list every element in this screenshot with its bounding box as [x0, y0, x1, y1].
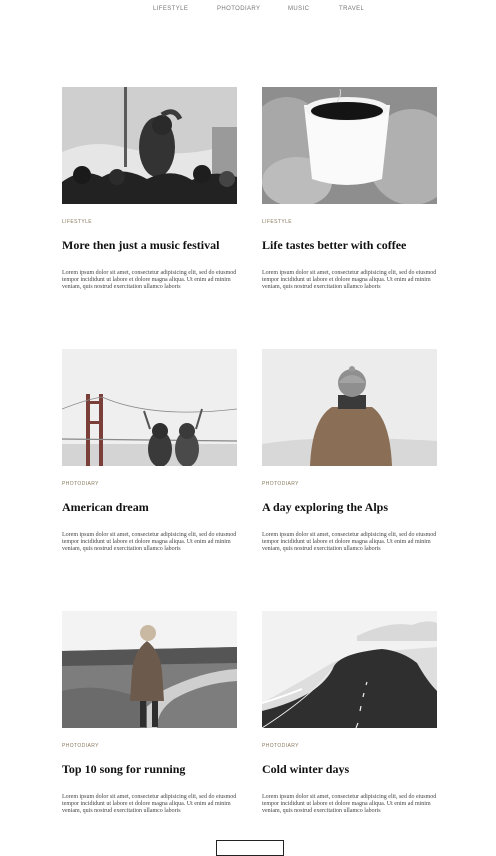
post-excerpt: Lorem ipsum dolor sit amet, consectetur …	[262, 270, 437, 290]
post-card: LIFESTYLE More then just a music festiva…	[62, 87, 237, 290]
nav-item-travel[interactable]: TRAVEL	[339, 6, 364, 12]
post-title[interactable]: Life tastes better with coffee	[262, 238, 452, 253]
post-card: LIFESTYLE Life tastes better with coffee…	[262, 87, 437, 290]
post-title[interactable]: Cold winter days	[262, 762, 452, 777]
post-image-alps[interactable]	[262, 349, 437, 466]
post-title[interactable]: A day exploring the Alps	[262, 500, 452, 515]
top-nav: LIFESTYLE PHOTODIARY MUSIC TRAVEL	[0, 0, 496, 20]
post-card: PHOTODIARY Top 10 song for running Lorem…	[62, 611, 237, 814]
post-image-coffee[interactable]	[262, 87, 437, 204]
post-category[interactable]: LIFESTYLE	[62, 219, 92, 225]
nav-item-music[interactable]: MUSIC	[288, 6, 309, 12]
post-excerpt: Lorem ipsum dolor sit amet, consectetur …	[62, 532, 237, 552]
post-card: PHOTODIARY A day exploring the Alps Lore…	[262, 349, 437, 552]
post-image-bridge[interactable]	[62, 349, 237, 466]
load-more-button[interactable]	[216, 840, 284, 856]
post-image-winter-road[interactable]	[262, 611, 437, 728]
post-excerpt: Lorem ipsum dolor sit amet, consectetur …	[262, 794, 437, 814]
post-category[interactable]: PHOTODIARY	[262, 481, 299, 487]
post-category[interactable]: PHOTODIARY	[62, 481, 99, 487]
post-category[interactable]: LIFESTYLE	[262, 219, 292, 225]
post-excerpt: Lorem ipsum dolor sit amet, consectetur …	[62, 794, 237, 814]
post-title[interactable]: Top 10 song for running	[62, 762, 252, 777]
post-category[interactable]: PHOTODIARY	[62, 743, 99, 749]
post-card: PHOTODIARY Cold winter days Lorem ipsum …	[262, 611, 437, 814]
nav-item-lifestyle[interactable]: LIFESTYLE	[153, 6, 188, 12]
post-card: PHOTODIARY American dream Lorem ipsum do…	[62, 349, 237, 552]
post-category[interactable]: PHOTODIARY	[262, 743, 299, 749]
nav-item-photodiary[interactable]: PHOTODIARY	[217, 6, 260, 12]
post-title[interactable]: American dream	[62, 500, 252, 515]
post-excerpt: Lorem ipsum dolor sit amet, consectetur …	[262, 532, 437, 552]
post-image-road-walk[interactable]	[62, 611, 237, 728]
post-image-concert[interactable]	[62, 87, 237, 204]
post-excerpt: Lorem ipsum dolor sit amet, consectetur …	[62, 270, 237, 290]
post-title[interactable]: More then just a music festival	[62, 238, 252, 253]
